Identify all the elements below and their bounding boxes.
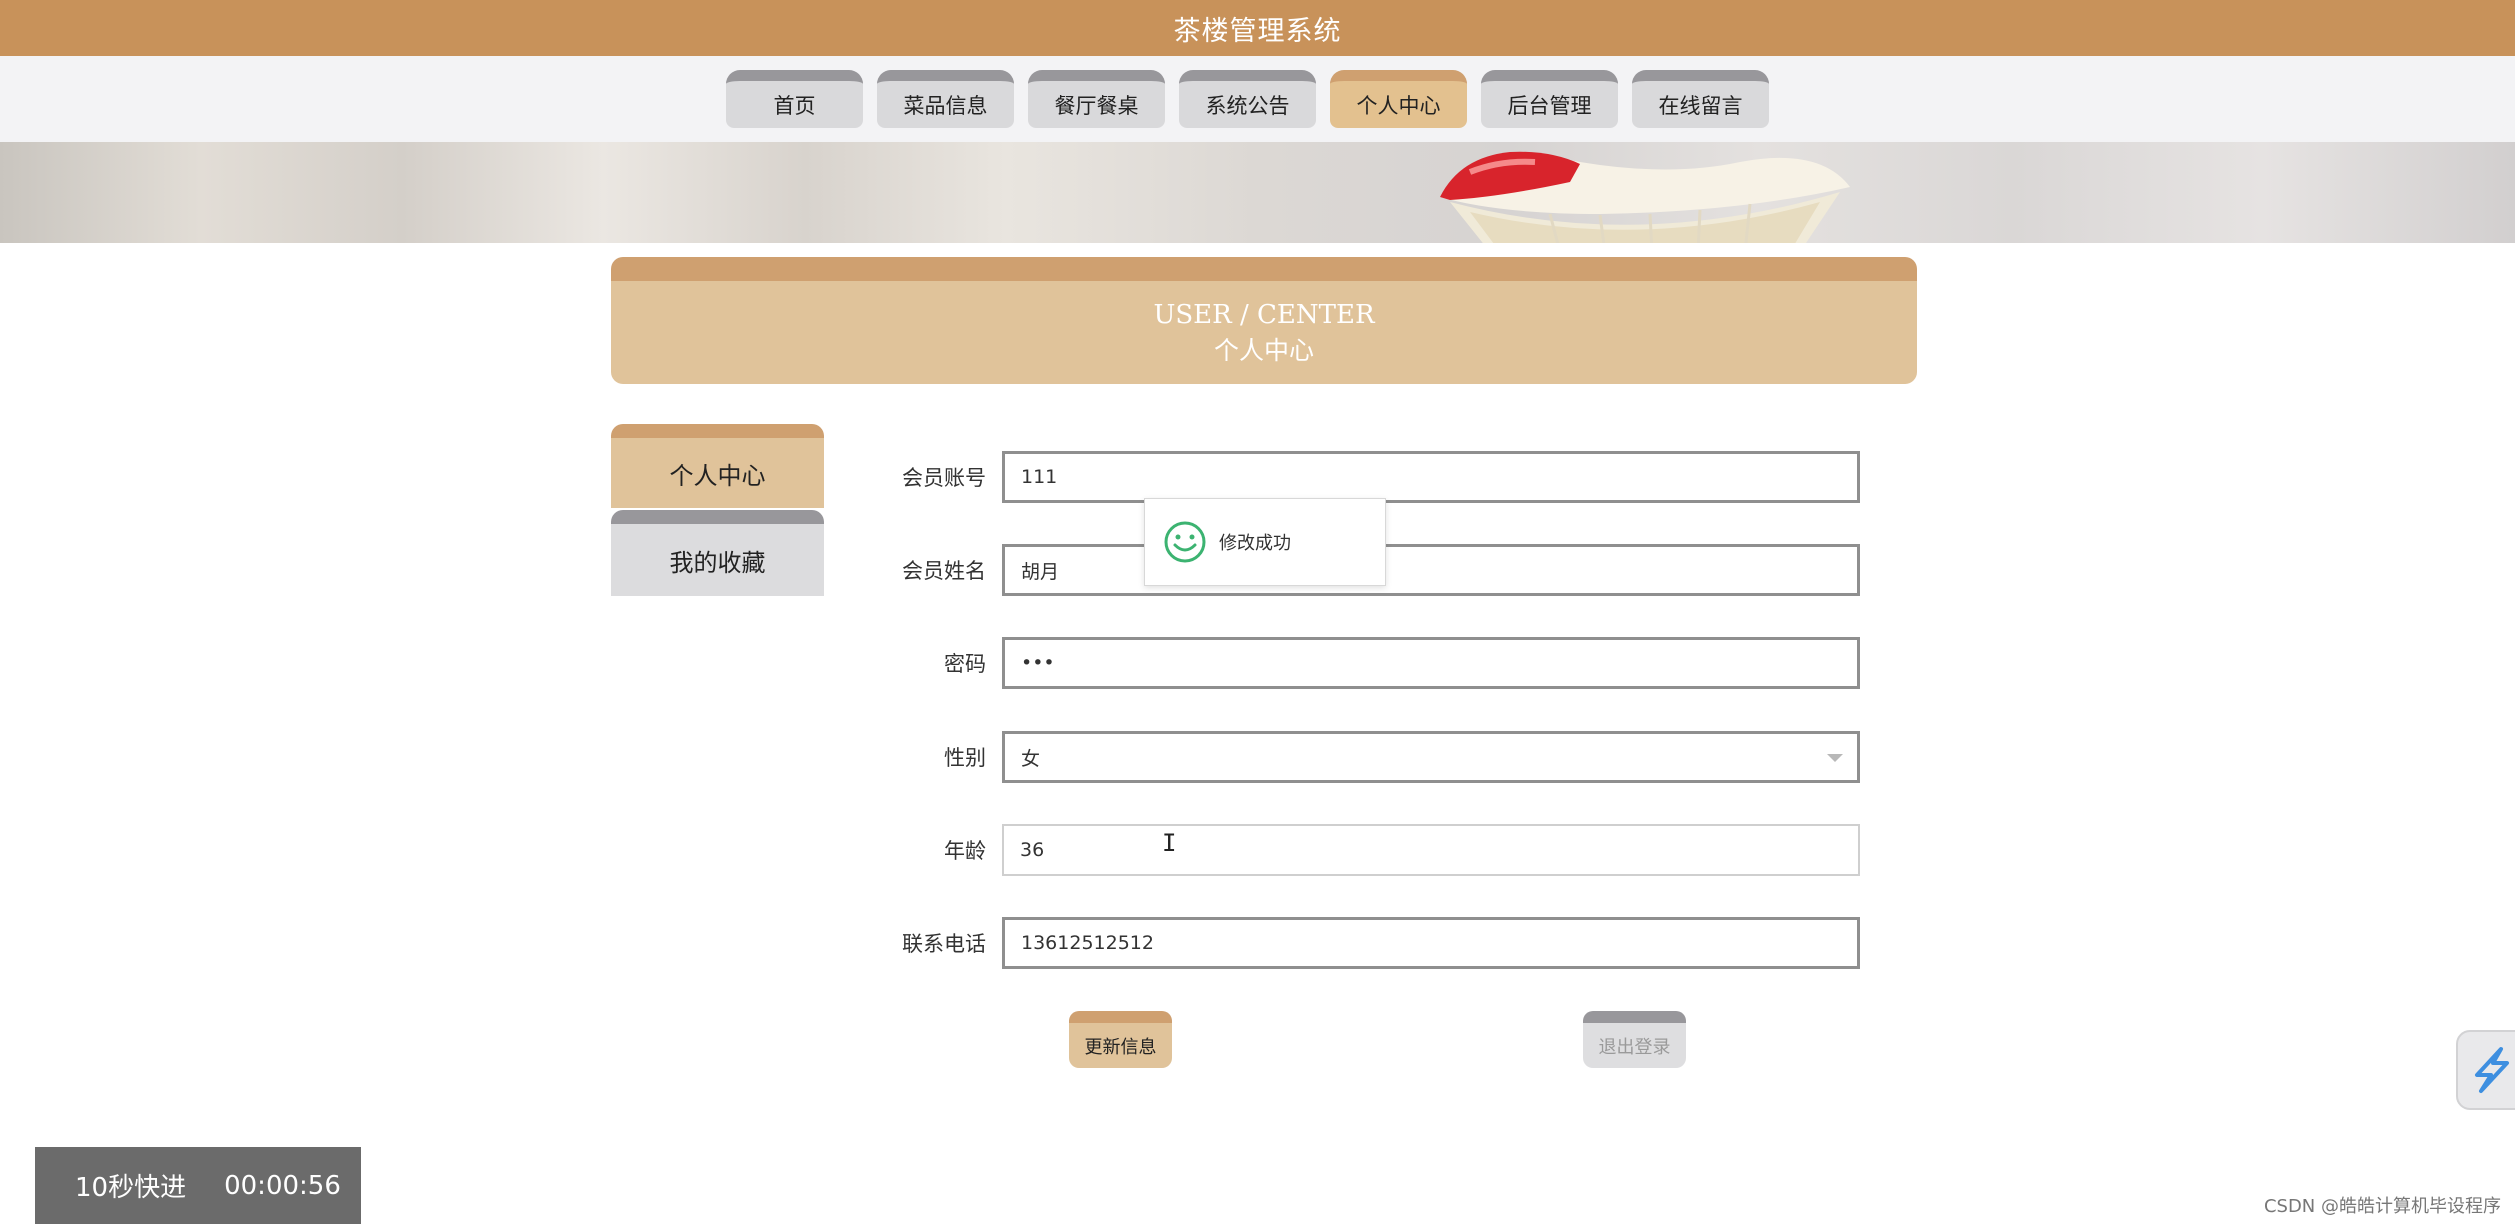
sidebar-item-user-center[interactable]: 个人中心 xyxy=(611,424,824,508)
user-center-title-cn: 个人中心 xyxy=(1213,335,1314,365)
form-row-account: 会员账号 111 xyxy=(880,451,1880,503)
nav-item-home[interactable]: 首页 xyxy=(726,70,863,128)
form-row-gender: 性别 女 xyxy=(880,731,1880,783)
name-label: 会员姓名 xyxy=(902,559,986,583)
user-center-title-en: USER / CENTER xyxy=(1153,299,1375,330)
nav-item-dishes[interactable]: 菜品信息 xyxy=(877,70,1014,128)
form-row-phone: 联系电话 13612512512 xyxy=(880,917,1880,969)
password-label: 密码 xyxy=(944,652,986,676)
user-center-header: USER / CENTER 个人中心 xyxy=(611,257,1917,384)
gender-label: 性别 xyxy=(944,746,986,770)
gender-selected-value: 女 xyxy=(1021,747,1041,770)
gender-select[interactable]: 女 xyxy=(1002,731,1860,783)
video-timestamp: 00:00:56 xyxy=(224,1170,341,1201)
account-input[interactable]: 111 xyxy=(1002,451,1860,503)
main-nav: 首页 菜品信息 餐厅餐桌 系统公告 个人中心 后台管理 在线留言 xyxy=(0,56,2515,142)
nav-item-tables[interactable]: 餐厅餐桌 xyxy=(1028,70,1165,128)
name-input[interactable]: 胡月 xyxy=(1002,544,1860,596)
smile-icon xyxy=(1164,521,1206,563)
chevron-down-icon xyxy=(1827,754,1843,762)
nav-item-messages[interactable]: 在线留言 xyxy=(1632,70,1769,128)
top-bar: 茶楼管理系统 xyxy=(0,0,2515,56)
text-cursor-icon: I xyxy=(1162,829,1177,857)
banner-image xyxy=(0,142,2515,243)
nav-item-admin[interactable]: 后台管理 xyxy=(1481,70,1618,128)
floating-widget[interactable] xyxy=(2456,1030,2515,1110)
logout-button[interactable]: 退出登录 xyxy=(1583,1011,1686,1068)
fast-forward-button[interactable]: 10秒快进 xyxy=(75,1167,186,1204)
age-label: 年龄 xyxy=(944,839,986,863)
age-input[interactable]: 36 xyxy=(1002,824,1860,876)
phone-input[interactable]: 13612512512 xyxy=(1002,917,1860,969)
sidebar-item-favorites[interactable]: 我的收藏 xyxy=(611,510,824,596)
watermark: CSDN @皓皓计算机毕设程序 xyxy=(2263,1196,2501,1217)
phone-label: 联系电话 xyxy=(902,932,986,956)
password-input[interactable]: ••• xyxy=(1002,637,1860,689)
toast-message: 修改成功 xyxy=(1219,533,1291,554)
video-control-bar: 10秒快进 00:00:56 xyxy=(35,1147,361,1224)
success-toast: 修改成功 xyxy=(1144,498,1386,586)
form-row-age: 年龄 36 xyxy=(880,824,1880,876)
site-title: 茶楼管理系统 xyxy=(1173,15,1342,47)
account-label: 会员账号 xyxy=(902,466,986,490)
lightning-icon xyxy=(2475,1047,2509,1093)
cupcake-image xyxy=(1440,151,1850,243)
form-row-password: 密码 ••• xyxy=(880,637,1880,689)
update-info-button[interactable]: 更新信息 xyxy=(1069,1011,1172,1068)
nav-item-announcements[interactable]: 系统公告 xyxy=(1179,70,1316,128)
nav-item-user-center[interactable]: 个人中心 xyxy=(1330,70,1467,128)
